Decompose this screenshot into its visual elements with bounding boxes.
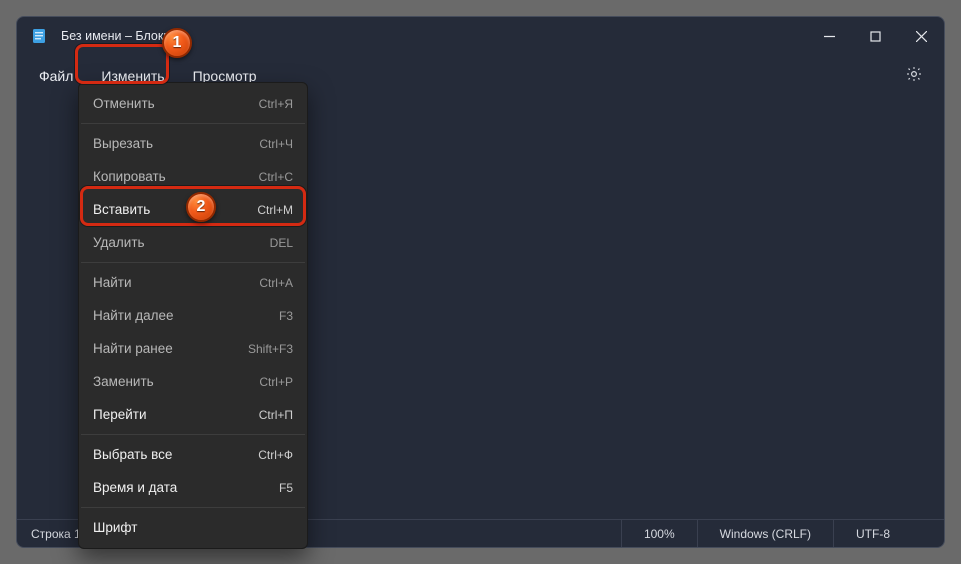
menu-item-shortcut: DEL: [270, 236, 293, 250]
menu-item-goto[interactable]: Перейти Ctrl+П: [79, 398, 307, 431]
menu-item-shortcut: Ctrl+P: [259, 375, 293, 389]
menu-item-shortcut: Ctrl+Ф: [258, 448, 293, 462]
menu-item-label: Удалить: [93, 235, 270, 250]
menu-item-label: Отменить: [93, 96, 259, 111]
titlebar: Без имени – Блокнот: [17, 17, 944, 55]
close-button[interactable]: [898, 17, 944, 55]
menu-item-time-date[interactable]: Время и дата F5: [79, 471, 307, 504]
menu-item-shortcut: F3: [279, 309, 293, 323]
menu-item-label: Копировать: [93, 169, 259, 184]
menu-item-shortcut: Ctrl+П: [259, 408, 293, 422]
menu-item-label: Заменить: [93, 374, 259, 389]
menu-separator: [81, 507, 305, 508]
menu-item-label: Вставить: [93, 202, 257, 217]
menu-item-shortcut: F5: [279, 481, 293, 495]
minimize-button[interactable]: [806, 17, 852, 55]
menu-separator: [81, 434, 305, 435]
menu-item-label: Выбрать все: [93, 447, 258, 462]
menu-item-paste[interactable]: Вставить Ctrl+М: [79, 193, 307, 226]
menu-item-shortcut: Ctrl+М: [257, 203, 293, 217]
menu-item-label: Найти далее: [93, 308, 279, 323]
menu-item-shortcut: Ctrl+Ч: [259, 137, 293, 151]
maximize-button[interactable]: [852, 17, 898, 55]
edit-menu-dropdown: Отменить Ctrl+Я Вырезать Ctrl+Ч Копирова…: [78, 82, 308, 549]
menu-item-delete[interactable]: Удалить DEL: [79, 226, 307, 259]
menu-item-label: Время и дата: [93, 480, 279, 495]
notepad-icon: [31, 28, 47, 44]
menu-item-find-next[interactable]: Найти далее F3: [79, 299, 307, 332]
menu-item-label: Найти ранее: [93, 341, 248, 356]
menu-item-shortcut: Ctrl+C: [259, 170, 293, 184]
menu-item-cut[interactable]: Вырезать Ctrl+Ч: [79, 127, 307, 160]
menu-item-select-all[interactable]: Выбрать все Ctrl+Ф: [79, 438, 307, 471]
menu-item-shortcut: Ctrl+Я: [259, 97, 293, 111]
menu-item-find-prev[interactable]: Найти ранее Shift+F3: [79, 332, 307, 365]
settings-button[interactable]: [894, 56, 934, 96]
menu-item-font[interactable]: Шрифт: [79, 511, 307, 544]
menu-item-replace[interactable]: Заменить Ctrl+P: [79, 365, 307, 398]
menu-item-shortcut: Shift+F3: [248, 342, 293, 356]
menu-item-find[interactable]: Найти Ctrl+А: [79, 266, 307, 299]
menu-separator: [81, 123, 305, 124]
menu-item-copy[interactable]: Копировать Ctrl+C: [79, 160, 307, 193]
status-encoding[interactable]: UTF-8: [833, 520, 930, 547]
window-title: Без имени – Блокнот: [61, 29, 183, 43]
status-zoom[interactable]: 100%: [621, 520, 697, 547]
menu-separator: [81, 262, 305, 263]
menu-item-label: Вырезать: [93, 136, 259, 151]
menu-item-undo[interactable]: Отменить Ctrl+Я: [79, 87, 307, 120]
gear-icon: [905, 65, 923, 88]
menu-item-label: Найти: [93, 275, 259, 290]
menu-item-label: Перейти: [93, 407, 259, 422]
status-line-ending[interactable]: Windows (CRLF): [697, 520, 833, 547]
menu-item-shortcut: Ctrl+А: [259, 276, 293, 290]
menu-item-label: Шрифт: [93, 520, 293, 535]
